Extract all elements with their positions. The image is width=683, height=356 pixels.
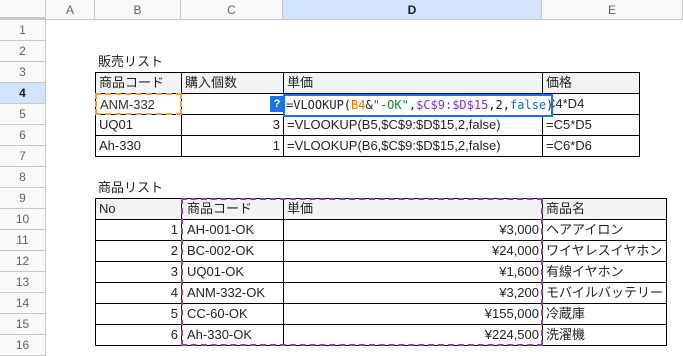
sales-header-unit-price: 単価: [287, 75, 314, 90]
formula-token-comma: ,: [408, 98, 417, 112]
formula-token-index: ,2,: [488, 98, 511, 112]
formula-token-range: $C$9:$D$15: [416, 98, 489, 112]
cell-c5[interactable]: 3: [182, 114, 283, 135]
column-header-c[interactable]: C: [181, 0, 283, 20]
row-header[interactable]: 14: [0, 293, 46, 314]
formula-token-amp: &: [365, 98, 373, 112]
formula-token-false: false: [510, 98, 547, 112]
row-header[interactable]: 16: [0, 335, 46, 356]
formula-help-button[interactable]: ?: [270, 96, 284, 112]
row-header[interactable]: 13: [0, 272, 46, 293]
product-no[interactable]: 6: [96, 324, 181, 345]
product-no[interactable]: 1: [96, 219, 181, 240]
row-header[interactable]: 3: [0, 62, 46, 83]
product-name[interactable]: 洗濯機: [543, 324, 588, 345]
cell-d5[interactable]: =VLOOKUP(B5,$C$9:$D$15,2,false): [284, 114, 504, 135]
cell-d6[interactable]: =VLOOKUP(B6,$C$9:$D$15,2,false): [284, 135, 504, 156]
row-header[interactable]: 6: [0, 125, 46, 146]
formula-token-func: =VLOOKUP(: [286, 98, 352, 112]
row-header[interactable]: 9: [0, 188, 46, 209]
select-all-corner[interactable]: [0, 0, 46, 20]
formula-token-string: "-OK": [372, 98, 409, 112]
cell-e5[interactable]: =C5*D5: [543, 114, 595, 135]
formula-token-ref-b4: B4: [351, 98, 366, 112]
row-header[interactable]: 10: [0, 209, 46, 230]
cell-c4[interactable]: [182, 93, 283, 114]
reference-highlight-b4: [95, 93, 182, 115]
sales-header-price: 価格: [546, 75, 573, 90]
product-name[interactable]: 冷蔵庫: [543, 303, 588, 324]
product-name[interactable]: ヘアアイロン: [543, 219, 626, 240]
row-header[interactable]: 7: [0, 146, 46, 167]
sales-table-title: 販売リスト: [98, 54, 164, 69]
cell-d4-formula-editor[interactable]: =VLOOKUP(B4&"-OK",$C$9:$D$15,2,false): [283, 94, 553, 117]
row-header[interactable]: 11: [0, 230, 46, 251]
row-header[interactable]: 12: [0, 251, 46, 272]
product-name[interactable]: 有線イヤホン: [543, 261, 627, 282]
cell-c6[interactable]: 1: [182, 135, 283, 156]
product-name[interactable]: モバイルバッテリー: [543, 282, 666, 303]
product-no[interactable]: 5: [96, 303, 181, 324]
cell-b5[interactable]: UQ01: [96, 114, 136, 135]
reference-highlight-range-c9-d15: [181, 198, 543, 346]
products-table-title: 商品リスト: [98, 180, 164, 195]
spreadsheet: A B C D E 1 2 3 4 5 6 7 8 9 10 11 12 13 …: [0, 0, 683, 356]
product-no[interactable]: 2: [96, 240, 181, 261]
product-name[interactable]: ワイヤレスイヤホン: [543, 240, 665, 261]
sales-header-qty: 購入個数: [185, 75, 238, 90]
sales-header-code: 商品コード: [99, 75, 165, 90]
column-header-e[interactable]: E: [542, 0, 683, 20]
row-header[interactable]: 15: [0, 314, 46, 335]
product-no[interactable]: 3: [96, 261, 181, 282]
row-header-selected[interactable]: 4: [0, 83, 46, 104]
product-no[interactable]: 4: [96, 282, 181, 303]
column-header-d[interactable]: D: [283, 0, 542, 20]
products-header-no: No: [99, 201, 116, 216]
cell-b6[interactable]: Ah-330: [96, 135, 144, 156]
column-header-a[interactable]: A: [46, 0, 95, 20]
cell-e6[interactable]: =C6*D6: [543, 135, 595, 156]
row-header[interactable]: 1: [0, 20, 46, 41]
formula-token-close: ): [546, 98, 553, 112]
column-header-b[interactable]: B: [95, 0, 181, 20]
row-header[interactable]: 2: [0, 41, 46, 62]
row-header[interactable]: 8: [0, 167, 46, 188]
products-header-name: 商品名: [546, 201, 586, 216]
row-header[interactable]: 5: [0, 104, 46, 125]
